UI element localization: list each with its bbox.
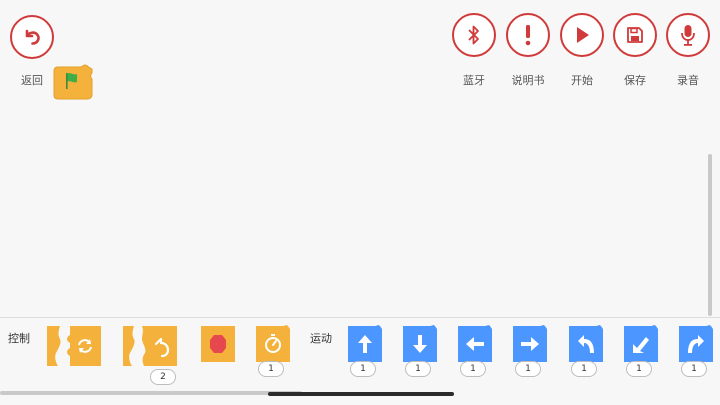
stop-block[interactable] (198, 323, 238, 365)
turn-left-block[interactable] (566, 323, 606, 365)
move-forward-block[interactable] (345, 323, 385, 365)
turn-down-left-badge[interactable]: 1 (626, 361, 652, 377)
forward-steps-badge[interactable]: 1 (350, 361, 376, 377)
microphone-icon (681, 25, 695, 46)
repeat-count-badge[interactable]: 2 (150, 369, 176, 385)
bluetooth-label: 蓝牙 (463, 74, 485, 87)
bluetooth-button[interactable] (452, 13, 496, 57)
workspace-canvas[interactable] (0, 0, 720, 318)
repeat-block[interactable] (120, 323, 180, 369)
move-left-block[interactable] (455, 323, 495, 365)
record-label: 录音 (677, 74, 699, 87)
horizontal-scrollbar[interactable] (0, 391, 302, 395)
backward-steps-badge[interactable]: 1 (405, 361, 431, 377)
stop-icon (210, 335, 226, 353)
wait-seconds-badge[interactable]: 1 (258, 361, 284, 377)
move-backward-block[interactable] (400, 323, 440, 365)
floppy-disk-icon (627, 27, 643, 43)
turn-down-left-block[interactable] (621, 323, 661, 365)
green-flag-hat-block[interactable] (52, 63, 94, 101)
manual-label: 说明书 (511, 74, 545, 87)
loop-forever-block[interactable] (44, 323, 104, 369)
turn-left-degrees-badge[interactable]: 1 (571, 361, 597, 377)
save-label: 保存 (624, 74, 646, 87)
save-button[interactable] (613, 13, 657, 57)
right-steps-badge[interactable]: 1 (515, 361, 541, 377)
manual-button[interactable] (506, 13, 550, 57)
vertical-scrollbar[interactable] (708, 154, 712, 316)
left-steps-badge[interactable]: 1 (460, 361, 486, 377)
start-label: 开始 (571, 74, 593, 87)
wait-timer-block[interactable] (253, 323, 293, 365)
home-indicator[interactable] (268, 392, 454, 396)
turn-right-block[interactable] (676, 323, 716, 365)
back-button[interactable] (10, 15, 54, 59)
control-category-label: 控制 (8, 332, 30, 345)
start-button[interactable] (560, 13, 604, 57)
motion-category-label: 运动 (310, 332, 332, 345)
record-button[interactable] (666, 13, 710, 57)
undo-arrow-icon (25, 29, 40, 45)
move-right-block[interactable] (510, 323, 550, 365)
turn-right-degrees-badge[interactable]: 1 (681, 361, 707, 377)
play-icon (577, 27, 589, 43)
bluetooth-icon (468, 25, 479, 45)
exclamation-icon (525, 25, 531, 46)
